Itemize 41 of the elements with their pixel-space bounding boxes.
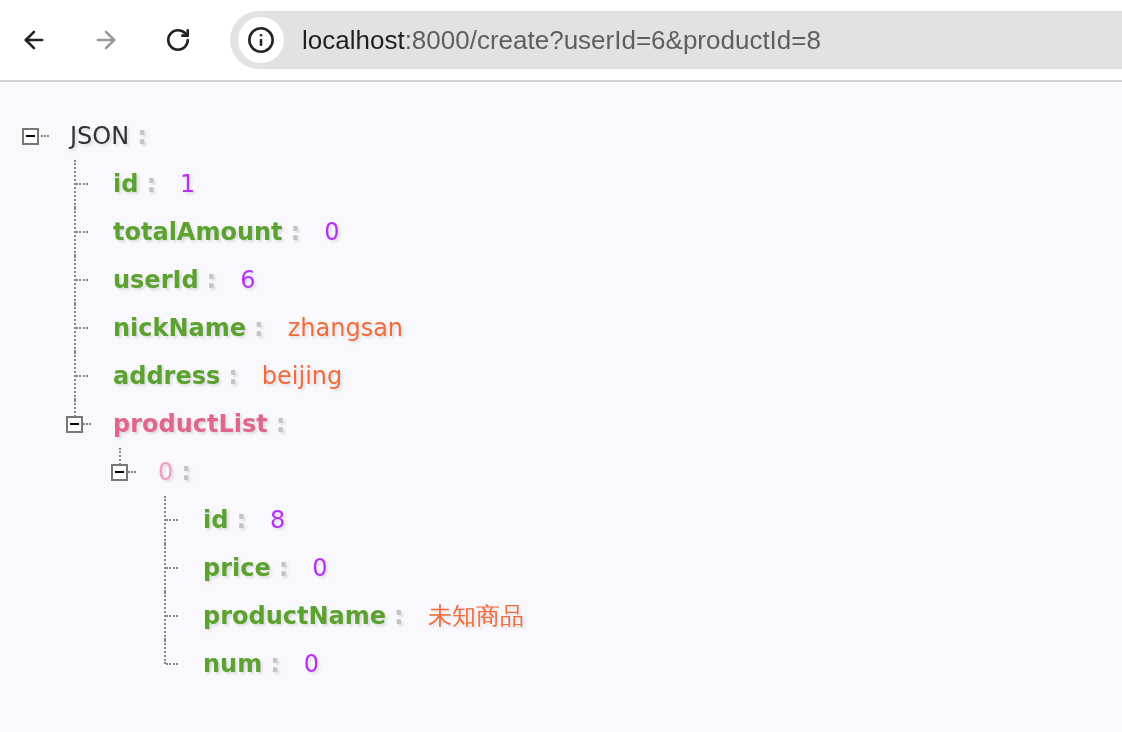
json-key: totalAmount — [113, 220, 283, 244]
key-separator: : — [228, 364, 238, 388]
site-info-button[interactable] — [238, 17, 284, 63]
key-separator: : — [275, 412, 286, 436]
key-separator: : — [137, 124, 147, 148]
json-value: 0 — [324, 220, 340, 244]
collapse-toggle[interactable] — [111, 463, 128, 481]
json-value: 未知商品 — [427, 604, 524, 628]
key-separator: : — [290, 220, 301, 244]
json-value: beijing — [261, 364, 343, 388]
json-value: 1 — [180, 172, 196, 196]
json-value: 0 — [312, 556, 328, 580]
key-separator: : — [146, 172, 156, 196]
url-text: localhost:8000/create?userId=6&productId=8 — [302, 23, 821, 57]
collapse-toggle[interactable] — [22, 127, 39, 145]
json-key: productList — [113, 412, 268, 436]
key-separator: : — [278, 556, 289, 580]
json-key: id — [113, 172, 139, 196]
key-separator: : — [206, 268, 217, 292]
json-key: productName — [203, 604, 387, 628]
address-bar[interactable]: localhost:8000/create?userId=6&productId=8 — [230, 11, 1122, 69]
json-key: JSON — [70, 124, 130, 148]
key-separator: : — [394, 604, 404, 628]
json-key: price — [203, 556, 271, 580]
json-value: 6 — [240, 268, 256, 292]
json-key: address — [113, 364, 221, 388]
json-value: zhangsan — [287, 316, 404, 340]
json-key: nickName — [113, 316, 247, 340]
json-key: id — [203, 508, 229, 532]
json-value: 0 — [303, 652, 320, 676]
json-key: userId — [113, 268, 199, 292]
info-icon — [247, 26, 275, 54]
json-key: num — [203, 652, 263, 676]
key-separator: : — [270, 652, 280, 676]
key-separator: : — [181, 460, 191, 484]
key-separator: : — [236, 508, 246, 532]
key-separator: : — [254, 316, 264, 340]
collapse-toggle[interactable] — [66, 415, 83, 433]
json-value: 8 — [270, 508, 286, 532]
reload-icon — [165, 27, 191, 53]
json-key: 0 — [158, 460, 174, 484]
